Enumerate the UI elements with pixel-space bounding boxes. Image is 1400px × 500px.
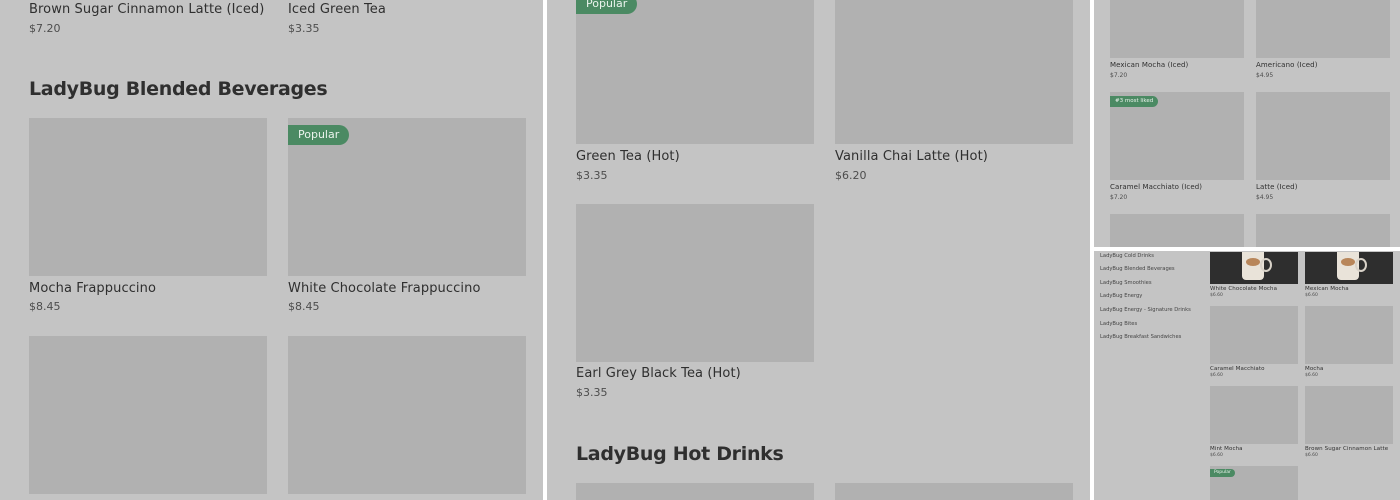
item-price: $6.60 [1305,453,1318,458]
item-name: Brown Sugar Cinnamon Latte (Iced) [29,2,265,17]
category-link[interactable]: LadyBug Bites [1100,321,1137,327]
item-name[interactable]: White Chocolate Frappuccino [288,281,481,296]
item-name[interactable]: Brown Sugar Cinnamon Latte [1305,446,1388,452]
section-title: LadyBug Hot Drinks [576,443,784,465]
item-price: $3.35 [288,22,320,35]
item-price: $6.60 [1210,293,1223,298]
category-link[interactable]: LadyBug Breakfast Sandwiches [1100,334,1181,340]
item-name[interactable]: Mocha Frappuccino [29,281,156,296]
item-image[interactable] [1256,214,1390,247]
item-price: $4.95 [1256,72,1274,79]
item-image[interactable] [1110,0,1244,58]
item-price: $7.20 [1110,194,1128,201]
item-name[interactable]: Mexican Mocha [1305,286,1349,292]
item-name[interactable]: White Chocolate Mocha [1210,286,1277,292]
item-image[interactable] [1110,214,1244,247]
item-price: $6.60 [1305,293,1318,298]
category-link[interactable]: LadyBug Energy [1100,293,1142,299]
item-name[interactable]: Latte (Iced) [1256,183,1298,191]
menu-panel-d: LadyBug Cold Drinks LadyBug Blended Beve… [1094,251,1400,500]
item-image[interactable] [288,336,526,494]
section-title: LadyBug Blended Beverages [29,78,328,100]
category-link[interactable]: LadyBug Blended Beverages [1100,266,1175,272]
coffee-cup-photo-icon[interactable] [1305,252,1393,284]
item-image[interactable] [835,0,1073,144]
item-image[interactable] [576,0,814,144]
most-liked-badge: #3 most liked [1110,96,1159,107]
item-name[interactable]: Mint Mocha [1210,446,1243,452]
item-name[interactable]: Caramel Macchiato [1210,366,1265,372]
item-price: $6.60 [1210,453,1223,458]
cup-handle-shape [1355,258,1367,272]
menu-panel-a: Brown Sugar Cinnamon Latte (Iced) $7.20 … [0,0,543,500]
item-price: $7.20 [1110,72,1128,79]
cup-handle-shape [1260,258,1272,272]
item-name[interactable]: Caramel Macchiato (Iced) [1110,183,1202,191]
item-name[interactable]: Americano (Iced) [1256,61,1318,69]
item-name[interactable]: Earl Grey Black Tea (Hot) [576,366,741,381]
item-image[interactable] [1256,0,1390,58]
category-link[interactable]: LadyBug Cold Drinks [1100,253,1154,259]
item-image[interactable] [1305,306,1393,364]
menu-panel-b: Popular Green Tea (Hot) $3.35 Vanilla Ch… [547,0,1090,500]
cup-liquid-shape [1341,258,1355,266]
item-image[interactable] [576,483,814,500]
item-price: $3.35 [576,386,608,399]
item-image[interactable] [576,204,814,362]
item-price: $7.20 [29,22,61,35]
item-price: $6.20 [835,169,867,182]
item-name: Iced Green Tea [288,2,386,17]
item-image[interactable] [1256,92,1390,180]
item-image[interactable] [1305,386,1393,444]
coffee-cup-photo-icon[interactable] [1210,252,1298,284]
item-name[interactable]: Mocha [1305,366,1324,372]
item-image[interactable] [1210,306,1298,364]
popular-badge: Popular [288,125,350,145]
item-price: $8.45 [29,300,61,313]
item-name[interactable]: Green Tea (Hot) [576,149,680,164]
item-name[interactable]: Vanilla Chai Latte (Hot) [835,149,988,164]
item-price: $8.45 [288,300,320,313]
cup-liquid-shape [1246,258,1260,266]
item-image[interactable] [1210,386,1298,444]
item-price: $6.60 [1305,373,1318,378]
item-image[interactable] [835,483,1073,500]
item-name[interactable]: Mexican Mocha (Iced) [1110,61,1188,69]
popular-badge: Popular [1210,469,1235,477]
popular-badge: Popular [576,0,638,14]
menu-panel-c: Mexican Mocha (Iced) $7.20 Americano (Ic… [1094,0,1400,247]
item-price: $6.60 [1210,373,1223,378]
item-image[interactable] [29,336,267,494]
item-price: $3.35 [576,169,608,182]
category-link[interactable]: LadyBug Energy - Signature Drinks [1100,307,1191,313]
item-price: $4.95 [1256,194,1274,201]
category-link[interactable]: LadyBug Smoothies [1100,280,1152,286]
item-image[interactable] [29,118,267,276]
